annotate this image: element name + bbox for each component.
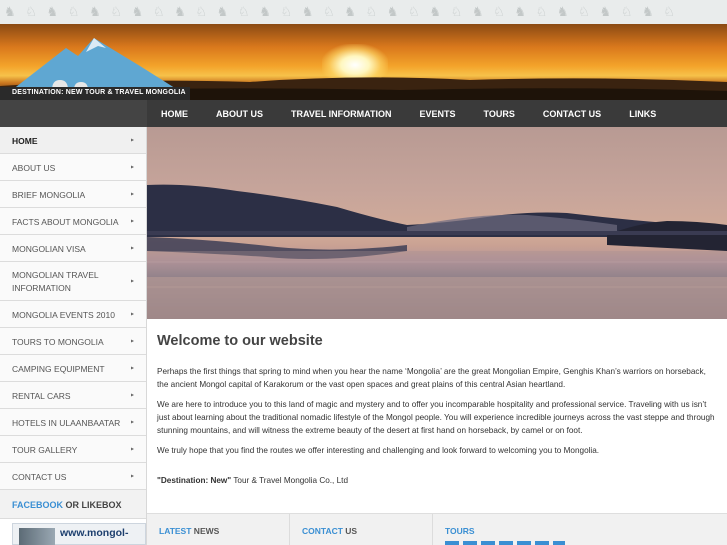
chevron-right-icon: ▸	[130, 392, 134, 399]
tours-highlight: TOURS	[445, 526, 475, 536]
nav-item-about-us[interactable]: ABOUT US	[202, 109, 277, 119]
sidebar-item-mongolian-travel-information[interactable]: MONGOLIAN TRAVEL INFORMATION ▸	[0, 262, 146, 301]
sidebar-item-mongolia-events-2010[interactable]: MONGOLIA EVENTS 2010 ▸	[0, 301, 146, 328]
chevron-right-icon: ▸	[130, 191, 134, 198]
sidebar-item-home[interactable]: HOME ▸	[0, 127, 146, 154]
contact-us-highlight: CONTACT	[302, 526, 343, 536]
chevron-right-icon: ▸	[130, 446, 134, 453]
nav-item-links[interactable]: LINKS	[615, 109, 670, 119]
main-content: Welcome to our website Perhaps the first…	[157, 333, 717, 494]
contact-us-rest: US	[342, 526, 358, 536]
sidebar-item-label: BRIEF MONGOLIA	[12, 190, 86, 200]
chevron-right-icon: ▸	[130, 311, 134, 318]
nav-item-tours[interactable]: TOURS	[470, 109, 529, 119]
sidebar-item-label: CAMPING EQUIPMENT	[12, 364, 105, 374]
chevron-right-icon: ▸	[130, 419, 134, 426]
latest-news-rest: NEWS	[191, 526, 220, 536]
sidebar-item-label: RENTAL CARS	[12, 391, 71, 401]
sidebar-item-label: HOME	[12, 136, 38, 146]
intro-paragraph: Perhaps the first things that spring to …	[157, 367, 706, 389]
tours-link-preview[interactable]	[445, 541, 565, 545]
sidebar-item-brief-mongolia[interactable]: BRIEF MONGOLIA ▸	[0, 181, 146, 208]
chevron-right-icon: ▸	[130, 164, 134, 171]
tours-heading[interactable]: TOURS	[445, 526, 475, 536]
latest-news-heading[interactable]: LATEST NEWS	[159, 526, 219, 536]
sidebar-item-contact-us[interactable]: CONTACT US ▸	[0, 463, 146, 490]
sidebar-item-mongolian-visa[interactable]: MONGOLIAN VISA ▸	[0, 235, 146, 262]
banner-tagline: DESTINATION: NEW TOUR & TRAVEL MONGOLIA	[12, 89, 186, 96]
nav-item-contact-us[interactable]: CONTACT US	[529, 109, 615, 119]
nav-left-spacer	[0, 100, 147, 127]
banner-thumbnail	[19, 528, 55, 545]
sidebar-item-label: TOUR GALLERY	[12, 445, 78, 455]
chevron-right-icon: ▸	[130, 218, 134, 225]
lake-landscape-image	[147, 184, 727, 319]
sidebar-item-about-us[interactable]: ABOUT US ▸	[0, 154, 146, 181]
sidebar-item-camping-equipment[interactable]: CAMPING EQUIPMENT ▸	[0, 355, 146, 382]
about-paragraph: We are here to introduce you to this lan…	[157, 400, 715, 435]
chevron-right-icon: ▸	[130, 338, 134, 345]
sidebar-item-rental-cars[interactable]: RENTAL CARS ▸	[0, 382, 146, 409]
pattern-icon: ♞ ♘ ♞ ♘ ♞ ♘ ♞ ♘ ♞ ♘ ♞ ♘ ♞ ♘ ♞ ♘ ♞ ♘ ♞ ♘ …	[4, 4, 678, 19]
contact-us-section: CONTACT US	[290, 514, 433, 545]
hero-lake-photo	[147, 127, 727, 319]
likebox-label: OR LIKEBOX	[63, 500, 122, 510]
closing-paragraph: We truly hope that you find the routes w…	[157, 446, 600, 455]
nav-item-events[interactable]: EVENTS	[406, 109, 470, 119]
page-title: Welcome to our website	[157, 333, 323, 349]
sidebar-item-label: MONGOLIA EVENTS 2010	[12, 310, 115, 320]
chevron-right-icon: ▸	[130, 473, 134, 480]
sidebar-item-label: HOTELS IN ULAANBAATAR	[12, 418, 121, 428]
sidebar-item-label: ABOUT US	[12, 163, 56, 173]
nav-item-travel-information[interactable]: TRAVEL INFORMATION	[277, 109, 406, 119]
contact-us-heading[interactable]: CONTACT US	[302, 526, 357, 536]
sidebar-item-hotels-in-ulaanbaatar[interactable]: HOTELS IN ULAANBAATAR ▸	[0, 409, 146, 436]
nav-item-home[interactable]: HOME	[147, 109, 202, 119]
sidebar-item-label: MONGOLIAN TRAVEL INFORMATION	[12, 270, 99, 293]
facebook-label: FACEBOOK	[12, 500, 64, 510]
chevron-right-icon: ▸	[130, 365, 134, 372]
signature-company-name: "Destination: New"	[157, 476, 232, 485]
header-banner: DESTINATION: NEW TOUR & TRAVEL MONGOLIA	[0, 24, 727, 100]
chevron-right-icon: ▸	[130, 137, 134, 144]
chevron-right-icon: ▸	[130, 278, 134, 285]
sidebar-menu: HOME ▸ ABOUT US ▸ BRIEF MONGOLIA ▸ FACTS…	[0, 127, 147, 545]
chevron-right-icon: ▸	[130, 245, 134, 252]
latest-news-section: LATEST NEWS	[147, 514, 290, 545]
website-banner-link[interactable]: www.mongol-	[12, 523, 146, 545]
facebook-likebox-heading[interactable]: FACEBOOK OR LIKEBOX	[0, 490, 146, 519]
signature: "Destination: New" Tour & Travel Mongoli…	[157, 474, 717, 487]
bottom-sections: LATEST NEWS CONTACT US TOURS	[147, 513, 727, 545]
top-decorative-strip: ♞ ♘ ♞ ♘ ♞ ♘ ♞ ♘ ♞ ♘ ♞ ♘ ♞ ♘ ♞ ♘ ♞ ♘ ♞ ♘ …	[0, 0, 727, 24]
sidebar-item-tours-to-mongolia[interactable]: TOURS TO MONGOLIA ▸	[0, 328, 146, 355]
sidebar-item-label: TOURS TO MONGOLIA	[12, 337, 104, 347]
top-navigation: HOME ABOUT US TRAVEL INFORMATION EVENTS …	[147, 100, 727, 127]
sidebar-item-tour-gallery[interactable]: TOUR GALLERY ▸	[0, 436, 146, 463]
sidebar-item-label: CONTACT US	[12, 472, 67, 482]
banner-url: www.mongol-	[60, 527, 129, 539]
sidebar-item-facts-about-mongolia[interactable]: FACTS ABOUT MONGOLIA ▸	[0, 208, 146, 235]
signature-company-suffix: Tour & Travel Mongolia Co., Ltd	[231, 476, 348, 485]
latest-news-highlight: LATEST	[159, 526, 192, 536]
sidebar-item-label: FACTS ABOUT MONGOLIA	[12, 217, 119, 227]
sidebar-item-label: MONGOLIAN VISA	[12, 244, 86, 254]
